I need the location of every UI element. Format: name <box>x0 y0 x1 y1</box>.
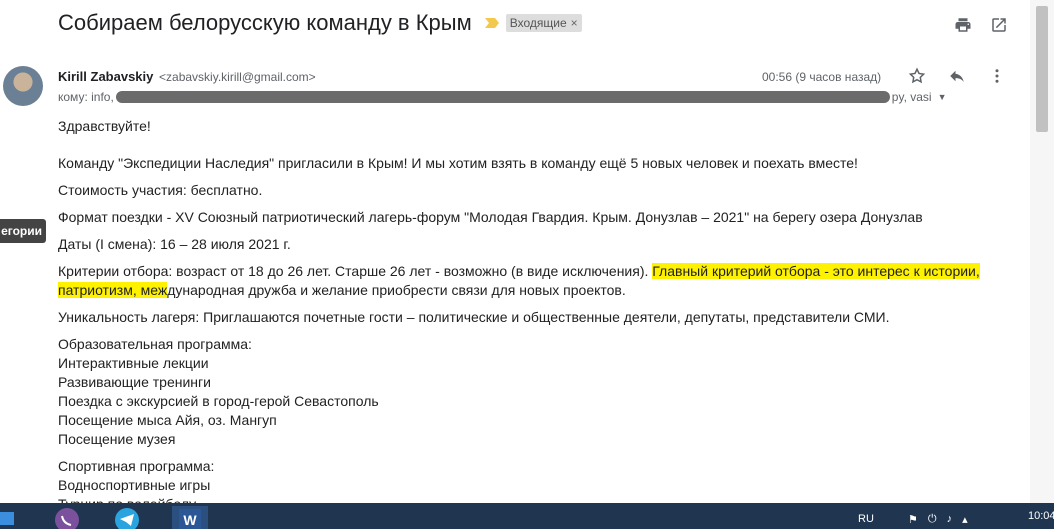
importance-marker-icon[interactable] <box>484 17 500 29</box>
body-paragraph: Уникальность лагеря: Приглашаются почетн… <box>58 309 890 325</box>
list-item: Интерактивные лекции <box>58 355 209 371</box>
taskbar-clock[interactable]: 10:04 <box>1028 510 1054 522</box>
subject-toolbar <box>954 16 1008 34</box>
list-item: Посещение мыса Айя, оз. Мангуп <box>58 412 277 428</box>
list-item: Развивающие тренинги <box>58 374 211 390</box>
recipients-suffix: py, vasi <box>891 90 932 104</box>
inbox-label-text: Входящие <box>509 16 567 30</box>
taskbar-word-icon[interactable]: W <box>172 506 208 529</box>
criteria-rest: дународная дружба и желание приобрести с… <box>167 282 626 298</box>
message-actions <box>908 67 1006 85</box>
education-program: Образовательная программа: Интерактивные… <box>58 335 1008 449</box>
list-item: Водноспортивные игры <box>58 477 211 493</box>
redacted-recipients <box>115 91 890 103</box>
power-plug-icon[interactable]: ⏻ <box>928 513 937 526</box>
sidebar-categories-tab[interactable]: егории <box>0 219 46 243</box>
inbox-label: Входящие × <box>505 14 582 32</box>
message-time: 00:56 (9 часов назад) <box>762 70 882 84</box>
message-body: Здравствуйте! Команду "Экспедиции Наслед… <box>58 117 1008 514</box>
volume-icon[interactable]: ♪ <box>947 513 953 526</box>
taskbar-viber-icon[interactable] <box>52 506 82 529</box>
reply-icon[interactable] <box>948 67 966 85</box>
print-icon[interactable] <box>954 16 972 34</box>
recipients-line: кому: info, py, vasi ▼ <box>58 90 947 104</box>
flag-icon[interactable]: ⚑ <box>908 513 918 526</box>
email-subject-row: Собираем белорусскую команду в Крым Вход… <box>58 10 582 36</box>
selection-criteria-paragraph: Критерии отбора: возраст от 18 до 26 лет… <box>58 262 1008 300</box>
windows-taskbar <box>0 503 1054 529</box>
body-paragraph: Даты (I смена): 16 – 28 июля 2021 г. <box>58 236 291 252</box>
network-icon[interactable]: ▴ <box>962 513 968 526</box>
tray-icons[interactable]: ⚑ ⏻ ♪ ▴ <box>908 513 968 526</box>
vertical-scrollbar[interactable] <box>1030 0 1054 503</box>
show-details-chevron-icon[interactable]: ▼ <box>938 92 947 102</box>
taskbar-telegram-icon[interactable] <box>112 506 142 529</box>
more-vert-icon[interactable] <box>988 67 1006 85</box>
svg-text:W: W <box>183 512 197 528</box>
sender-info: Kirill Zabavskiy <zabavskiy.kirill@gmail… <box>58 69 316 84</box>
body-paragraph: Команду "Экспедиции Наследия" пригласили… <box>58 155 858 171</box>
star-icon[interactable] <box>908 67 926 85</box>
list-item: Посещение музея <box>58 431 176 447</box>
recipients-prefix: кому: info, <box>58 90 114 104</box>
taskbar-folder-icon[interactable] <box>0 506 14 529</box>
scrollbar-thumb[interactable] <box>1036 6 1048 132</box>
body-paragraph: Формат поездки - XV Союзный патриотическ… <box>58 209 923 225</box>
open-in-new-window-icon[interactable] <box>990 16 1008 34</box>
sender-name[interactable]: Kirill Zabavskiy <box>58 69 153 84</box>
email-subject: Собираем белорусскую команду в Крым <box>58 10 472 35</box>
education-title: Образовательная программа: <box>58 336 252 352</box>
sport-title: Спортивная программа: <box>58 458 215 474</box>
sender-avatar[interactable] <box>3 66 43 106</box>
body-paragraph: Стоимость участия: бесплатно. <box>58 182 263 198</box>
input-language[interactable]: RU <box>858 513 874 525</box>
sender-email: <zabavskiy.kirill@gmail.com> <box>159 70 316 84</box>
greeting: Здравствуйте! <box>58 118 151 134</box>
list-item: Поездка с экскурсией в город-герой Севас… <box>58 393 379 409</box>
criteria-text: Критерии отбора: возраст от 18 до 26 лет… <box>58 263 653 279</box>
remove-label-button[interactable]: × <box>571 16 578 30</box>
